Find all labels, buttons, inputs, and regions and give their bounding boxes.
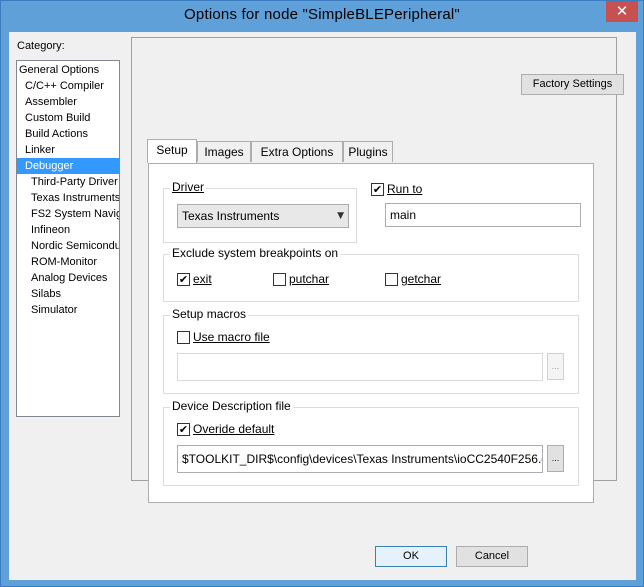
close-button[interactable]: ✕ [606, 1, 638, 22]
category-infineon[interactable]: Infineon [17, 222, 119, 238]
category-build-actions[interactable]: Build Actions [17, 126, 119, 142]
macro-browse-button[interactable]: ... [547, 353, 564, 380]
override-default-label-text: Overide default [193, 422, 275, 436]
options-dialog: Options for node "SimpleBLEPeripheral" ✕… [0, 0, 644, 587]
tab-images[interactable]: Images [197, 141, 251, 162]
category-silabs[interactable]: Silabs [17, 286, 119, 302]
title-bar[interactable]: Options for node "SimpleBLEPeripheral" ✕ [1, 1, 643, 32]
device-file-input[interactable]: $TOOLKIT_DIR$\config\devices\Texas Instr… [177, 445, 543, 473]
run-to-label-text: Run to [387, 182, 423, 196]
tab-extra-options[interactable]: Extra Options [251, 141, 343, 162]
category-simulator[interactable]: Simulator [17, 302, 119, 318]
getchar-label: getchar [401, 272, 441, 286]
device-description-group-label: Device Description file [170, 399, 293, 413]
category-rom-monitor[interactable]: ROM-Monitor [17, 254, 119, 270]
putchar-label-text: putchar [289, 272, 330, 286]
category-texas-instruments[interactable]: Texas Instruments [17, 190, 119, 206]
cancel-button[interactable]: Cancel [456, 546, 528, 567]
check-icon: ✔ [178, 423, 189, 436]
use-macro-file-label: Use macro file [193, 330, 270, 344]
driver-select[interactable]: Texas Instruments ▼ [177, 204, 349, 228]
tab-plugins[interactable]: Plugins [343, 141, 393, 162]
setup-tab-content: Driver Texas Instruments ▼ ✔ Run to main… [148, 163, 594, 503]
ok-button[interactable]: OK [375, 546, 447, 567]
category-custom-build[interactable]: Custom Build [17, 110, 119, 126]
setup-macros-group-label: Setup macros [170, 307, 249, 321]
category-linker[interactable]: Linker [17, 142, 119, 158]
getchar-checkbox[interactable] [385, 273, 398, 286]
driver-label: Driver [172, 180, 204, 194]
check-icon: ✔ [178, 273, 189, 286]
category-fs2-system-navigator[interactable]: FS2 System Navigator [17, 206, 119, 222]
getchar-label-text: getchar [401, 272, 442, 286]
use-macro-file-checkbox[interactable] [177, 331, 190, 344]
category-third-party-driver[interactable]: Third-Party Driver [17, 174, 119, 190]
device-browse-button[interactable]: ... [547, 445, 564, 472]
exit-label-text: exit [193, 272, 212, 286]
putchar-label: putchar [289, 272, 329, 286]
category-c-compiler[interactable]: C/C++ Compiler [17, 78, 119, 94]
run-to-checkbox[interactable]: ✔ [371, 183, 384, 196]
macro-file-input[interactable] [177, 353, 543, 381]
putchar-checkbox[interactable] [273, 273, 286, 286]
override-default-label: Overide default [193, 422, 274, 436]
breakpoints-group-label: Exclude system breakpoints on [170, 246, 341, 260]
category-list[interactable]: General Options C/C++ Compiler Assembler… [16, 60, 120, 417]
run-to-label: Run to [387, 182, 422, 196]
exit-label: exit [193, 272, 212, 286]
check-icon: ✔ [372, 183, 383, 196]
category-assembler[interactable]: Assembler [17, 94, 119, 110]
run-to-input[interactable]: main [385, 203, 581, 227]
category-general-options[interactable]: General Options [17, 62, 119, 78]
window-title: Options for node "SimpleBLEPeripheral" [184, 6, 460, 23]
category-debugger[interactable]: Debugger [17, 158, 119, 174]
factory-settings-button[interactable]: Factory Settings [521, 74, 624, 95]
use-macro-file-label-text: Use macro file [193, 330, 270, 344]
category-analog-devices[interactable]: Analog Devices [17, 270, 119, 286]
close-icon: ✕ [615, 2, 629, 20]
driver-value: Texas Instruments [182, 209, 280, 223]
override-default-checkbox[interactable]: ✔ [177, 423, 190, 436]
chevron-down-icon: ▼ [337, 211, 344, 221]
driver-group-label: Driver [170, 180, 206, 194]
exit-checkbox[interactable]: ✔ [177, 273, 190, 286]
category-label: Category: [17, 40, 65, 52]
category-nordic-semiconductor[interactable]: Nordic Semiconductor [17, 238, 119, 254]
tab-setup[interactable]: Setup [147, 139, 197, 163]
breakpoints-group: Exclude system breakpoints on [163, 246, 579, 302]
